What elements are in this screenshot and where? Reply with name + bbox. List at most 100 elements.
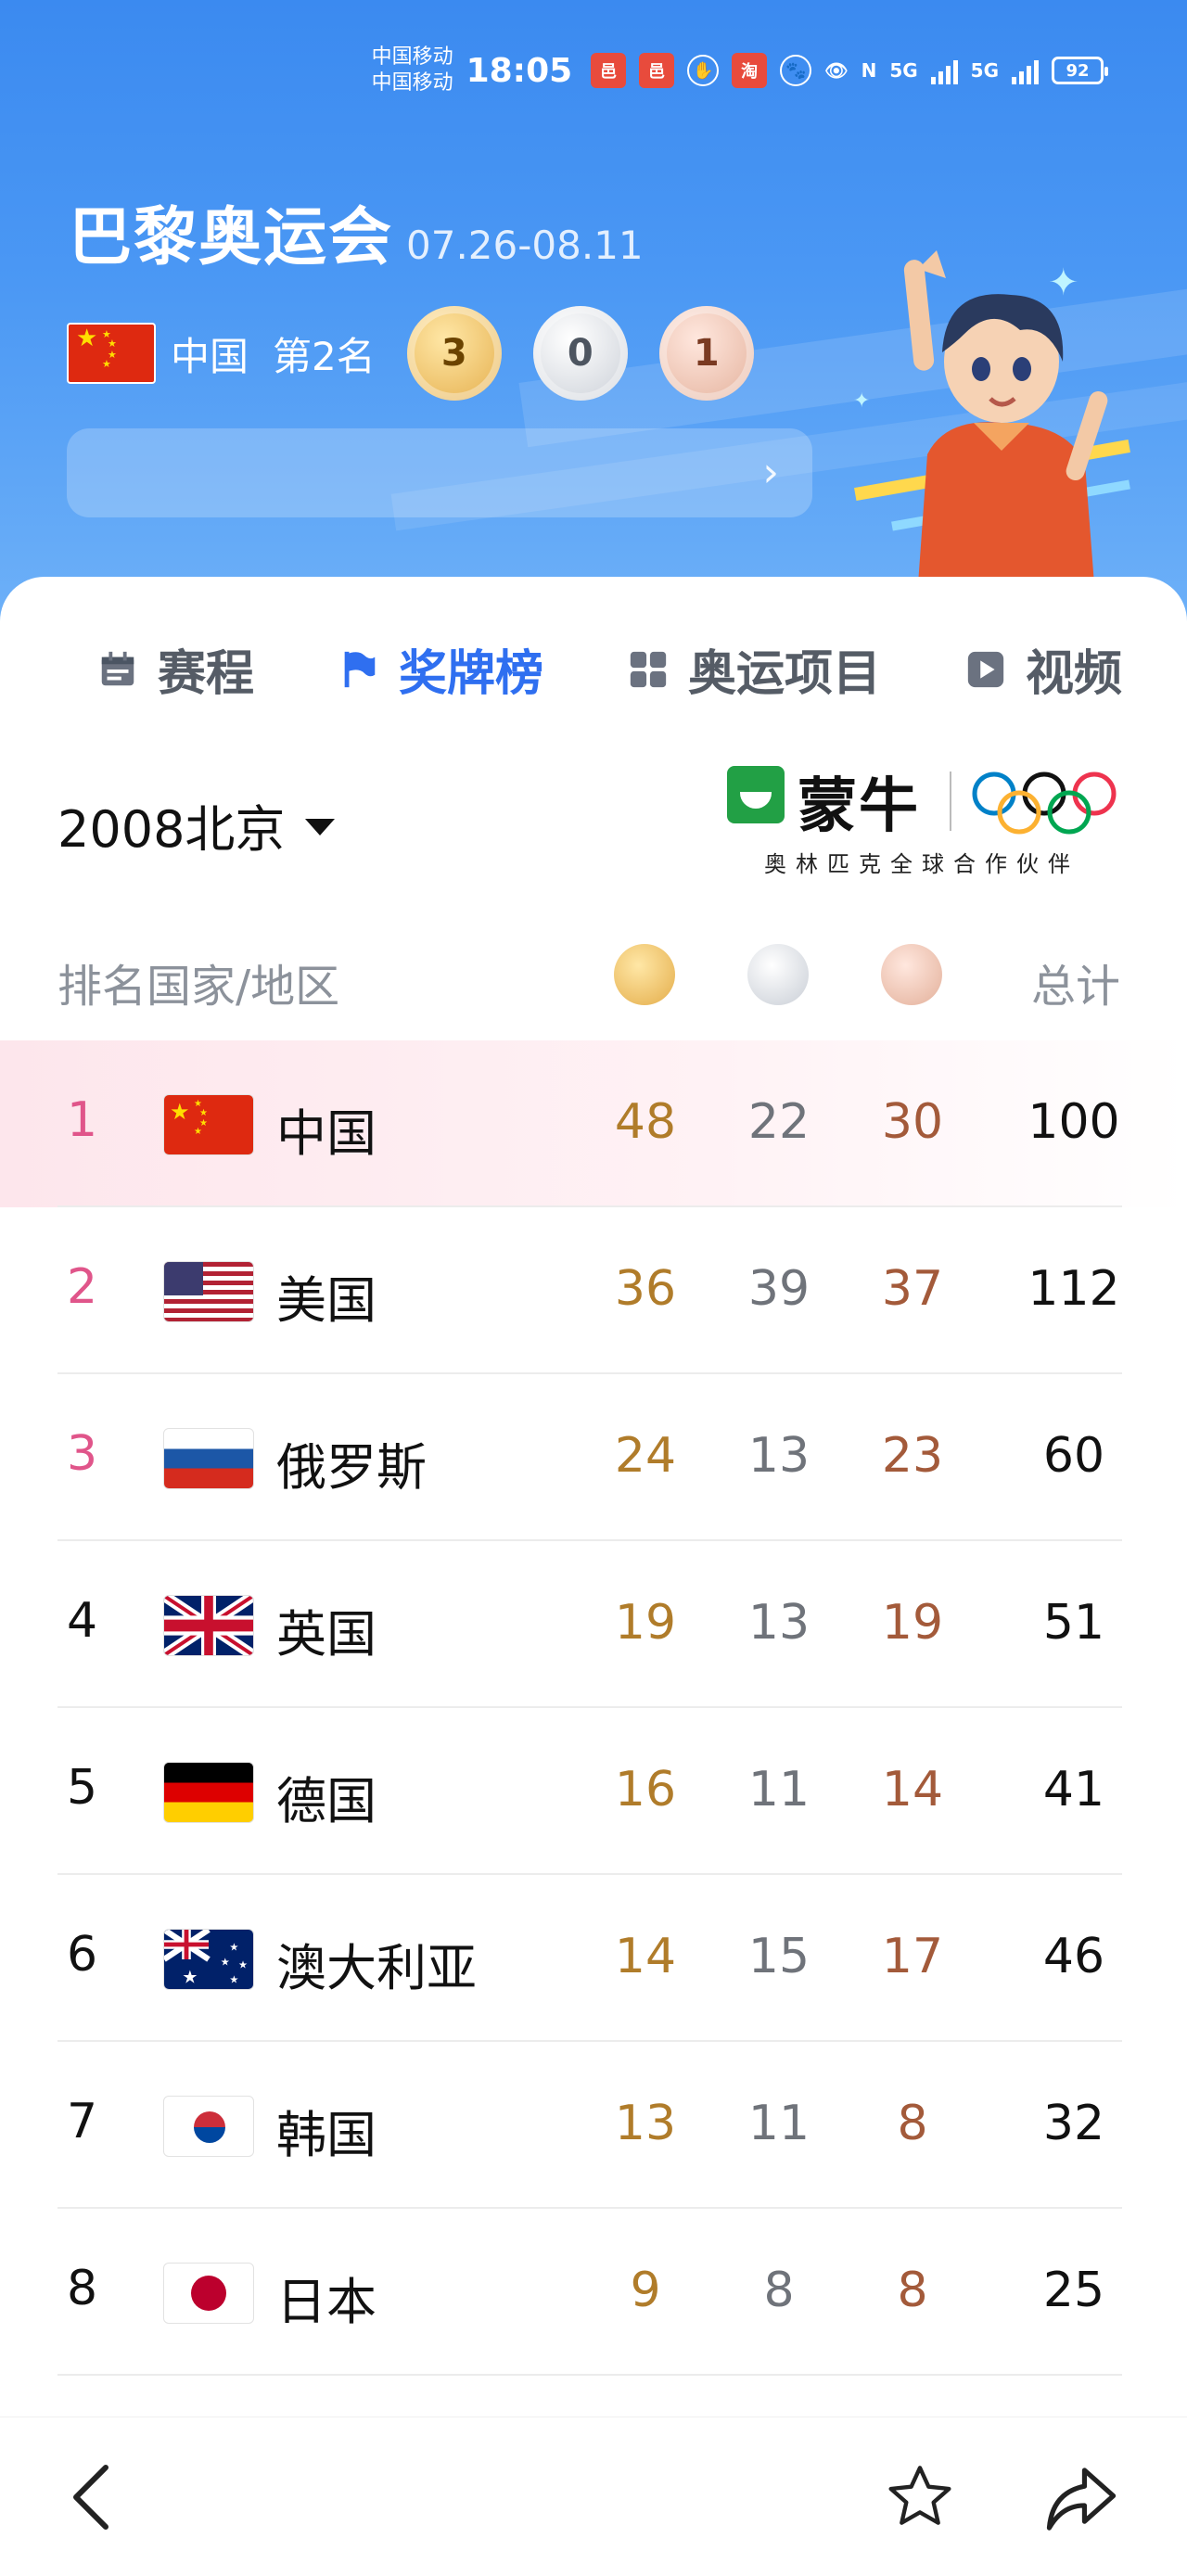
australia-flag-icon: ★ ★ ★ ★ ★: [163, 1929, 254, 1990]
bronze-value: 17: [881, 1929, 944, 1984]
tab-medals[interactable]: 奖牌榜: [338, 634, 543, 704]
china-flag-icon: ★ ★ ★ ★ ★: [163, 1094, 254, 1155]
total-value: 25: [1042, 2263, 1105, 2318]
uk-flag-icon: [163, 1595, 254, 1656]
svg-text:★: ★: [229, 1941, 238, 1953]
table-row[interactable]: 1 ★ ★ ★ ★ ★ 中国 48 22 30 100: [0, 1040, 1187, 1207]
tab-sports[interactable]: 奥运项目: [627, 634, 881, 704]
sparkle-icon: ✦: [853, 389, 871, 413]
carrier-info: 中国移动 中国移动: [372, 45, 453, 96]
edition-selector[interactable]: 2008北京: [57, 788, 336, 861]
gold-medal-count: 3: [406, 306, 502, 401]
medal-card: 赛程 奖牌榜 奥运项目 视频 2008北京 蒙牛 奥林匹克全球合作伙伴 排名国家…: [0, 577, 1187, 2576]
gold-value: 13: [614, 2096, 677, 2151]
carrier-1: 中国移动: [371, 45, 453, 69]
table-row[interactable]: 8 日本 9 8 8 25: [0, 2209, 1187, 2376]
country-name: 英国: [276, 1605, 377, 1664]
rank: 7: [67, 2094, 98, 2149]
app-notification-icon: 邑: [639, 53, 675, 88]
table-row[interactable]: 4 英国 19 13 19 51: [0, 1541, 1187, 1708]
bronze-value: 37: [881, 1261, 944, 1317]
svg-text:★: ★: [238, 1959, 248, 1971]
gold-medal-icon: [614, 944, 675, 1005]
table-row[interactable]: 7 韩国 13 11 8 32: [0, 2042, 1187, 2209]
table-header: 排名国家/地区 总计: [57, 938, 1133, 1013]
rank: 3: [67, 1426, 98, 1482]
gold-value: 36: [614, 1261, 677, 1317]
tab-label: 奥运项目: [688, 646, 882, 702]
country-name: 澳大利亚: [276, 1939, 477, 1997]
rank: 4: [67, 1593, 98, 1649]
mengniu-logo-icon: [727, 766, 785, 823]
network-5g-label-2: 5G: [970, 59, 999, 82]
tab-videos[interactable]: 视频: [964, 634, 1122, 704]
olympics-header: 中国移动 中国移动 18:05 邑 邑 ✋ 淘 🐾 👁 N 5G 5G 92 巴…: [0, 0, 1187, 631]
olympic-rings-icon: [972, 772, 1117, 835]
sponsor-name: 蒙牛: [798, 772, 920, 841]
bronze-value: 14: [881, 1762, 944, 1817]
back-icon[interactable]: [65, 2460, 121, 2534]
eye-icon: 👁: [824, 59, 849, 82]
gold-value: 9: [630, 2263, 661, 2318]
tab-label: 赛程: [158, 646, 255, 702]
gold-count: 3: [440, 332, 467, 375]
tab-bar: 赛程 奖牌榜 奥运项目 视频: [96, 634, 1122, 704]
total-value: 60: [1042, 1428, 1105, 1484]
japan-flag-icon: [163, 2263, 254, 2324]
banner-bar[interactable]: ›: [67, 428, 812, 517]
total-value: 32: [1042, 2096, 1105, 2151]
rank: 2: [67, 1259, 98, 1315]
china-flag-icon: ★ ★ ★ ★ ★: [67, 323, 156, 384]
bronze-medal-count: 1: [658, 306, 754, 401]
gold-value: 24: [614, 1428, 677, 1484]
app-notification-icon: 邑: [591, 53, 627, 88]
total-value: 46: [1042, 1929, 1105, 1984]
rank: 8: [67, 2261, 98, 2316]
bronze-value: 30: [881, 1094, 944, 1150]
gold-value: 48: [614, 1094, 677, 1150]
edition-value: 2008北京: [57, 800, 286, 859]
grid-icon: [630, 651, 667, 687]
table-row[interactable]: 3 俄罗斯 24 13 23 60: [0, 1374, 1187, 1541]
germany-flag-icon: [163, 1762, 254, 1823]
silver-medal-count: 0: [532, 306, 628, 401]
table-row[interactable]: 5 德国 16 11 14 41: [0, 1708, 1187, 1875]
tab-label: 奖牌榜: [399, 646, 544, 702]
country-summary[interactable]: ★ ★ ★ ★ ★ 中国 第2名 3 0 1: [67, 306, 754, 401]
country-name: 日本: [276, 2273, 377, 2331]
bronze-value: 8: [897, 2096, 928, 2151]
tab-schedule[interactable]: 赛程: [96, 634, 254, 704]
bronze-value: 23: [881, 1428, 944, 1484]
summary-country: 中国: [171, 333, 249, 379]
korea-flag-icon: [163, 2096, 254, 2157]
flag-icon: [344, 651, 376, 687]
silver-value: 15: [747, 1929, 810, 1984]
favorite-star-icon[interactable]: [883, 2460, 957, 2534]
bronze-count: 1: [693, 332, 720, 375]
silver-value: 39: [747, 1261, 810, 1317]
gold-value: 19: [614, 1595, 677, 1651]
event-title: 巴黎奥运会 07.26-08.11: [69, 185, 644, 277]
sponsor-banner: 蒙牛 奥林匹克全球合作伙伴: [727, 759, 1126, 879]
russia-flag-icon: [163, 1428, 254, 1489]
paw-icon: 🐾: [780, 55, 812, 86]
share-icon[interactable]: [1042, 2464, 1120, 2534]
battery-level: 92: [1066, 60, 1090, 81]
carrier-2: 中国移动: [371, 71, 453, 95]
country-name: 美国: [276, 1271, 377, 1330]
network-5g-label-1: 5G: [889, 59, 918, 82]
page-title: 巴黎奥运会: [69, 201, 394, 274]
rank: 1: [67, 1092, 98, 1148]
total-value: 41: [1042, 1762, 1105, 1817]
total-value: 100: [1027, 1094, 1120, 1150]
rank: 6: [67, 1927, 98, 1983]
table-row[interactable]: 2 美国 36 39 37 112: [0, 1207, 1187, 1374]
table-row[interactable]: 6 ★ ★ ★ ★ ★ 澳大利亚 14 15 17 46: [0, 1875, 1187, 2042]
mascot-illustration: [903, 250, 1108, 584]
country-name: 中国: [276, 1104, 377, 1163]
silver-value: 13: [747, 1428, 810, 1484]
signal-icon: [930, 57, 958, 84]
rank: 5: [67, 1760, 98, 1816]
total-header: 总计: [1031, 961, 1121, 1013]
play-icon: [967, 651, 1004, 687]
